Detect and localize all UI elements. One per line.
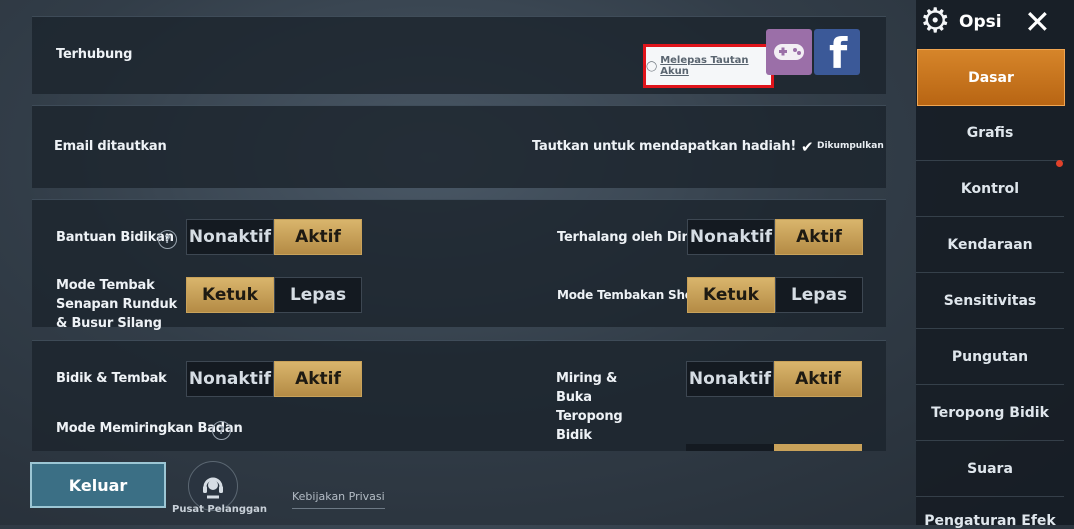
sidebar-item-audio[interactable]: Suara (916, 441, 1064, 497)
sidebar-item-vehicle[interactable]: Kendaraan (916, 217, 1064, 273)
option-on[interactable]: Aktif (274, 219, 362, 255)
gamepad-icon[interactable] (766, 29, 812, 75)
sidebar-item-sensitivity[interactable]: Sensitivitas (916, 273, 1064, 329)
collected-label: Dikumpulkan (817, 141, 884, 151)
support-label[interactable]: Pusat Pelanggan (172, 504, 267, 515)
option-on[interactable]: Aktif (774, 361, 862, 397)
close-icon[interactable]: ✕ (1024, 4, 1051, 40)
option-off[interactable]: Nonaktif (186, 361, 274, 397)
option-off[interactable]: Nonaktif (687, 219, 775, 255)
toggle-peek-scope: Nonaktif Aktif (686, 361, 862, 397)
setting-label-aim-fire: Bidik & Tembak (56, 371, 167, 386)
exit-button[interactable]: Keluar (30, 462, 166, 508)
option-off[interactable]: Nonaktif (686, 361, 774, 397)
account-panel: Terhubung ◯ Melepas Tautan Akun f (32, 16, 886, 94)
exit-button-label: Keluar (68, 475, 128, 495)
privacy-policy-link[interactable]: Kebijakan Privasi (292, 490, 385, 509)
sidebar-item-basic[interactable]: Dasar (917, 49, 1065, 106)
notification-dot (1056, 160, 1063, 167)
sidebar-item-scope[interactable]: Teropong Bidik (916, 385, 1064, 441)
toggle-wall-block: Nonaktif Aktif (687, 219, 863, 255)
sidebar-item-controls[interactable]: Kontrol (916, 161, 1064, 217)
option-release[interactable]: Lepas (775, 277, 863, 313)
toggle-sniper-fire-mode: Ketuk Lepas (186, 277, 362, 313)
gear-icon: ⚙ (920, 1, 951, 41)
sidebar-title: Opsi (959, 12, 1002, 32)
toggle-shotgun-fire-mode: Ketuk Lepas (687, 277, 863, 313)
sidebar-item-effects[interactable]: Pengaturan Efek (916, 497, 1064, 529)
check-icon: ✔ (801, 138, 814, 156)
tag-icon: ◯ (646, 60, 658, 72)
setting-label-sniper-fire-mode: Mode Tembak Senapan Runduk & Busur Silan… (56, 278, 177, 331)
email-panel: Email ditautkan Tautkan untuk mendapatka… (32, 105, 886, 188)
lean-mode-toggle-partial (686, 444, 862, 451)
option-off[interactable]: Nonaktif (186, 219, 274, 255)
sidebar-item-pickup[interactable]: Pungutan (916, 329, 1064, 385)
option-tap[interactable]: Ketuk (687, 277, 775, 313)
option-on[interactable]: Aktif (775, 219, 863, 255)
settings-panel-b: Bidik & Tembak Nonaktif Aktif Miring & B… (32, 340, 886, 451)
unlink-account-box[interactable]: ◯ Melepas Tautan Akun (643, 44, 774, 88)
connected-label: Terhubung (56, 47, 133, 62)
unlink-account-link[interactable]: Melepas Tautan Akun (660, 55, 771, 77)
settings-header: ⚙ Opsi ✕ (916, 0, 1074, 44)
setting-label-aim-assist: Bantuan Bidikan (56, 230, 174, 245)
help-icon[interactable]: ? (212, 421, 231, 440)
toggle-aim-fire: Nonaktif Aktif (186, 361, 362, 397)
option-release[interactable]: Lepas (274, 277, 362, 313)
options-sidebar: ⚙ Opsi ✕ Dasar Grafis Kontrol Kendaraan … (916, 0, 1074, 529)
reward-label: Tautkan untuk mendapatkan hadiah! (532, 139, 797, 154)
email-linked-label: Email ditautkan (54, 139, 167, 154)
facebook-icon[interactable]: f (814, 29, 860, 75)
toggle-aim-assist: Nonaktif Aktif (186, 219, 362, 255)
settings-panel-a: Bantuan Bidikan ? Nonaktif Aktif Terhala… (32, 199, 886, 331)
setting-label-peek-scope: Miring & Buka Teropong Bidik (556, 371, 623, 443)
option-on[interactable]: Aktif (274, 361, 362, 397)
option-tap[interactable]: Ketuk (186, 277, 274, 313)
sidebar-item-graphics[interactable]: Grafis (916, 105, 1064, 161)
help-icon[interactable]: ? (158, 230, 177, 249)
